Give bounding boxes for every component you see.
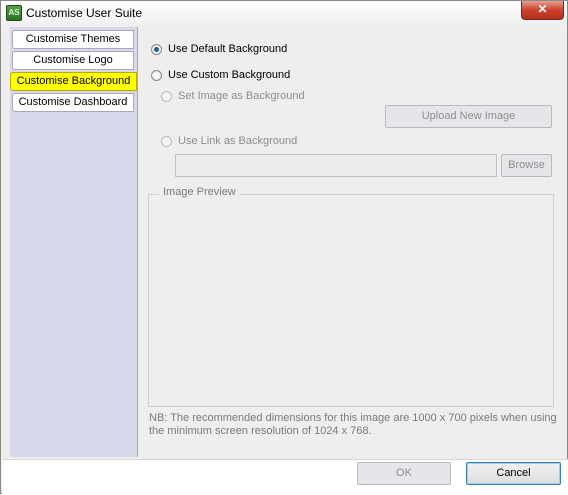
set-image-radio[interactable] (161, 90, 172, 102)
default-background-label: Use Default Background (168, 43, 288, 55)
app-icon: AS (6, 5, 22, 21)
tab-customise-logo[interactable]: Customise Logo (12, 51, 134, 70)
use-link-option[interactable]: Use Link as Background (161, 135, 297, 147)
tab-customise-themes[interactable]: Customise Themes (12, 30, 134, 49)
set-image-label: Set Image as Background (178, 90, 305, 102)
tab-customise-background[interactable]: Customise Background (10, 72, 137, 91)
custom-background-option[interactable]: Use Custom Background (151, 69, 290, 81)
default-background-option[interactable]: Use Default Background (151, 43, 287, 55)
close-button[interactable]: ✕ (521, 1, 564, 20)
cancel-button[interactable]: Cancel (466, 462, 561, 485)
customise-user-suite-window: AS Customise User Suite ✕ Customise Them… (0, 0, 568, 495)
custom-background-label: Use Custom Background (168, 69, 291, 81)
title-bar[interactable]: AS Customise User Suite ✕ (1, 1, 567, 25)
tab-customise-dashboard[interactable]: Customise Dashboard (12, 93, 134, 112)
sidebar: Customise Themes Customise Logo Customis… (10, 27, 138, 457)
link-input[interactable] (175, 154, 497, 177)
upload-new-image-button[interactable]: Upload New Image (385, 105, 552, 128)
set-image-option[interactable]: Set Image as Background (161, 90, 305, 102)
dimensions-note: NB: The recommended dimensions for this … (149, 412, 557, 437)
use-link-label: Use Link as Background (178, 135, 298, 147)
close-icon: ✕ (537, 2, 548, 16)
window-title: Customise User Suite (26, 6, 143, 20)
ok-button[interactable]: OK (357, 462, 451, 485)
custom-background-radio[interactable] (151, 69, 162, 81)
image-preview-title: Image Preview (159, 186, 240, 198)
use-link-radio[interactable] (161, 135, 172, 147)
browse-button[interactable]: Browse (501, 154, 552, 177)
image-preview-box (148, 194, 554, 407)
default-background-radio[interactable] (151, 43, 162, 55)
